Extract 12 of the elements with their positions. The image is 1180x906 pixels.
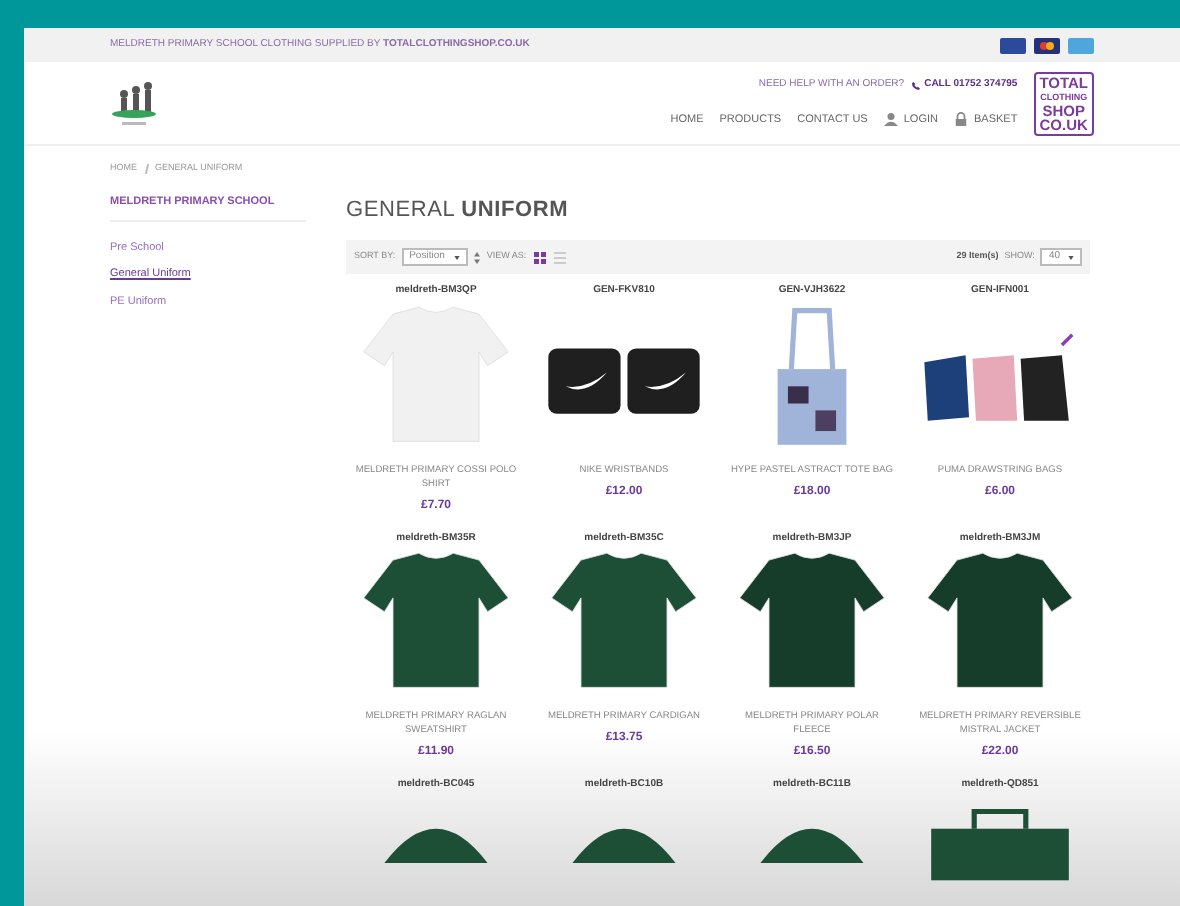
lock-icon	[953, 112, 968, 127]
school-logo[interactable]	[110, 77, 158, 129]
caret-icon	[1068, 255, 1074, 260]
mastercard-icon	[1034, 37, 1060, 53]
visa-card-icon	[1000, 37, 1026, 53]
page-title: GENERAL UNIFORM	[346, 195, 571, 226]
caret-icon	[454, 255, 461, 260]
sort-direction-icon[interactable]	[474, 251, 481, 264]
amex-card-icon	[1068, 37, 1094, 53]
phone-icon	[912, 81, 921, 90]
user-icon	[883, 112, 898, 127]
grid-view-icon[interactable]	[534, 251, 547, 264]
